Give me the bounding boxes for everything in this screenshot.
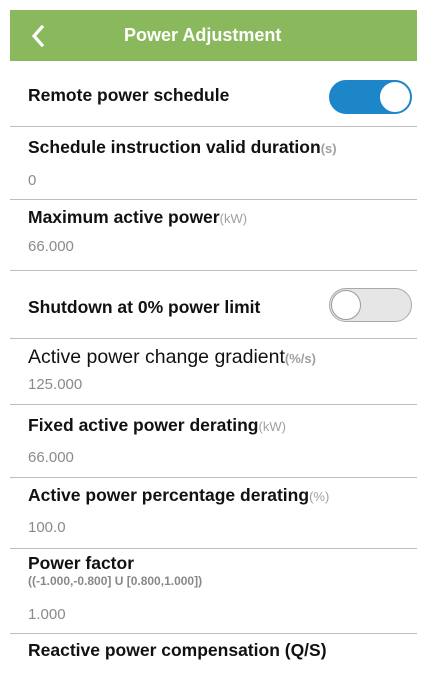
- app-header: Power Adjustment: [10, 10, 417, 61]
- percentage-derating-label: Active power percentage derating(%): [28, 485, 330, 505]
- unit-kw: (kW): [258, 419, 286, 434]
- active-power-gradient-row[interactable]: Active power change gradient(%/s) 125.00…: [10, 339, 417, 405]
- schedule-valid-duration-row[interactable]: Schedule instruction valid duration(s) 0: [10, 127, 417, 200]
- schedule-valid-duration-label: Schedule instruction valid duration(s): [28, 137, 337, 157]
- toggle-knob: [331, 290, 361, 320]
- fixed-active-derating-label: Fixed active power derating(kW): [28, 415, 286, 435]
- unit-kw: (kW): [219, 211, 248, 226]
- remote-power-schedule-row: Remote power schedule: [10, 61, 417, 127]
- max-active-power-row[interactable]: Maximum active power(kW) 66.000: [10, 200, 417, 271]
- back-button[interactable]: [30, 10, 64, 61]
- power-factor-range: ((-1.000,-0.800] U [0.800,1.000]): [28, 574, 203, 588]
- max-active-power-label: Maximum active power(kW): [28, 207, 248, 227]
- power-factor-value: 1.000: [28, 606, 66, 623]
- schedule-valid-duration-value: 0: [28, 172, 37, 189]
- shutdown-zero-limit-toggle[interactable]: [329, 288, 412, 322]
- unit-seconds: (s): [320, 141, 337, 156]
- reactive-compensation-row[interactable]: Reactive power compensation (Q/S): [10, 634, 417, 674]
- active-power-gradient-label: Active power change gradient(%/s): [28, 346, 316, 368]
- fixed-active-derating-row[interactable]: Fixed active power derating(kW) 66.000: [10, 405, 417, 478]
- reactive-compensation-label: Reactive power compensation (Q/S): [28, 640, 327, 660]
- power-factor-label: Power factor: [28, 553, 134, 573]
- chevron-left-icon: [31, 24, 45, 47]
- shutdown-zero-limit-row: Shutdown at 0% power limit: [10, 271, 417, 339]
- max-active-power-value: 66.000: [28, 238, 74, 255]
- unit-percent-per-second: (%/s): [284, 351, 316, 366]
- percentage-derating-row[interactable]: Active power percentage derating(%) 100.…: [10, 478, 417, 549]
- remote-power-schedule-toggle[interactable]: [329, 80, 412, 114]
- active-power-gradient-value: 125.000: [28, 376, 83, 393]
- toggle-knob: [380, 82, 410, 112]
- percentage-derating-value: 100.0: [28, 519, 66, 536]
- power-factor-row[interactable]: Power factor ((-1.000,-0.800] U [0.800,1…: [10, 549, 417, 634]
- remote-power-schedule-label: Remote power schedule: [28, 85, 230, 105]
- shutdown-zero-limit-label: Shutdown at 0% power limit: [28, 297, 261, 317]
- fixed-active-derating-value: 66.000: [28, 449, 74, 466]
- page-title: Power Adjustment: [124, 25, 282, 45]
- unit-percent: (%): [309, 489, 330, 504]
